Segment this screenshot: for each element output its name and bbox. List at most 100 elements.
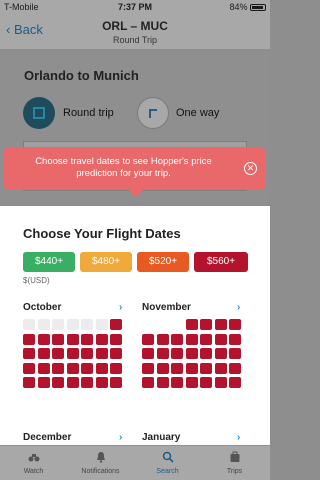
calendar-day-cell[interactable] <box>23 319 35 330</box>
route-title: ORL – MUC <box>102 19 168 33</box>
calendar-day-cell[interactable] <box>81 377 93 388</box>
calendar-day-cell[interactable] <box>110 319 122 330</box>
calendar-day-cell[interactable] <box>156 377 169 388</box>
battery-percent: 84% <box>229 2 248 12</box>
calendar-day-cell[interactable] <box>81 362 93 374</box>
calendar-day-cell[interactable] <box>200 348 212 359</box>
tab-bar: Watch Notifications Search Trips <box>0 445 270 480</box>
legend-chip-440: $440+ <box>23 252 75 272</box>
round-trip-icon[interactable] <box>23 97 55 129</box>
calendar-day-cell[interactable] <box>52 362 64 374</box>
calendar-day-cell[interactable] <box>214 333 227 345</box>
calendar-day-cell[interactable] <box>23 377 35 388</box>
calendar-day-cell[interactable] <box>142 362 154 374</box>
calendar-day-cell[interactable] <box>171 362 183 374</box>
calendar-day-cell[interactable] <box>185 362 198 374</box>
calendar-day-cell[interactable] <box>229 362 241 374</box>
sheet-heading: Choose Your Flight Dates <box>23 226 181 241</box>
calendar-day-cell[interactable] <box>200 377 212 388</box>
calendar-day-cell[interactable] <box>229 333 241 345</box>
chevron-right-icon[interactable]: › <box>237 432 240 443</box>
calendar-day-cell[interactable] <box>200 362 212 374</box>
tab-trips[interactable]: Trips <box>201 446 268 480</box>
calendar-day-cell[interactable] <box>110 377 122 388</box>
calendar-day-cell[interactable] <box>95 362 108 374</box>
calendar-day-cell[interactable] <box>171 333 183 345</box>
calendar-day-cell[interactable] <box>37 377 50 388</box>
calendar-day-cell[interactable] <box>37 348 50 359</box>
close-icon[interactable]: ✕ <box>244 162 257 175</box>
chevron-right-icon[interactable]: › <box>119 302 122 313</box>
calendar-day-cell[interactable] <box>52 319 64 330</box>
calendar-day-cell[interactable] <box>23 333 35 345</box>
calendar-day-cell[interactable] <box>110 333 122 345</box>
calendar-day-cell[interactable] <box>200 319 212 330</box>
calendar-day-cell[interactable] <box>200 333 212 345</box>
calendar-day-cell[interactable] <box>142 348 154 359</box>
calendar-day-cell[interactable] <box>110 348 122 359</box>
calendar-day-cell[interactable] <box>81 333 93 345</box>
calendar-day-cell[interactable] <box>66 348 79 359</box>
month-title-october: October <box>23 302 62 313</box>
tooltip-message: Choose travel dates to see Hopper's pric… <box>35 156 212 179</box>
calendar-day-cell[interactable] <box>37 333 50 345</box>
calendar-day-cell[interactable] <box>214 362 227 374</box>
legend-chip-480: $480+ <box>80 252 132 272</box>
calendar-day-cell[interactable] <box>156 362 169 374</box>
calendar-day-cell[interactable] <box>66 333 79 345</box>
calendar-day-cell[interactable] <box>171 377 183 388</box>
calendar-day-cell[interactable] <box>37 362 50 374</box>
battery-icon <box>250 4 266 11</box>
suitcase-icon <box>230 451 240 462</box>
calendar-day-cell[interactable] <box>156 348 169 359</box>
one-way-icon[interactable] <box>137 97 169 129</box>
calendar-day-cell[interactable] <box>37 319 50 330</box>
calendar-day-cell[interactable] <box>81 319 93 330</box>
calendar-day-cell[interactable] <box>95 333 108 345</box>
calendar-day-cell[interactable] <box>95 348 108 359</box>
calendar-day-cell[interactable] <box>23 362 35 374</box>
navigation-bar: ‹ Back ORL – MUC Round Trip <box>0 14 270 50</box>
chevron-right-icon[interactable]: › <box>119 432 122 443</box>
calendar-day-cell[interactable] <box>142 333 154 345</box>
calendar-day-cell[interactable] <box>185 319 198 330</box>
binoculars-icon <box>28 454 40 462</box>
battery-indicator: 84% <box>229 2 266 12</box>
calendar-day-cell[interactable] <box>229 348 241 359</box>
tab-notifications[interactable]: Notifications <box>67 446 134 480</box>
calendar-day-cell[interactable] <box>81 348 93 359</box>
calendar-day-cell[interactable] <box>171 348 183 359</box>
calendar-day-cell[interactable] <box>229 377 241 388</box>
route-heading: Orlando to Munich <box>24 68 139 83</box>
calendar-day-cell[interactable] <box>95 377 108 388</box>
calendar-day-cell[interactable] <box>52 333 64 345</box>
legend-chip-520: $520+ <box>137 252 189 272</box>
legend-chip-560: $560+ <box>194 252 248 272</box>
calendar-day-cell[interactable] <box>52 348 64 359</box>
calendar-day-cell[interactable] <box>110 362 122 374</box>
calendar-day-cell[interactable] <box>185 333 198 345</box>
calendar-day-cell[interactable] <box>66 319 79 330</box>
currency-label: $(USD) <box>23 276 50 285</box>
calendar-day-cell[interactable] <box>185 348 198 359</box>
calendar-day-cell[interactable] <box>229 319 241 330</box>
calendar-day-cell[interactable] <box>95 319 108 330</box>
calendar-day-cell[interactable] <box>52 377 64 388</box>
calendar-day-cell[interactable] <box>185 377 198 388</box>
calendar-day-cell[interactable] <box>66 362 79 374</box>
tab-watch[interactable]: Watch <box>0 446 67 480</box>
calendar-day-cell[interactable] <box>214 319 227 330</box>
trip-type-subtitle: Round Trip <box>112 35 158 45</box>
calendar-day-cell[interactable] <box>142 377 154 388</box>
tab-search[interactable]: Search <box>134 446 201 480</box>
calendar-day-cell[interactable] <box>214 348 227 359</box>
one-way-label[interactable]: One way <box>176 107 219 119</box>
month-title-november: November <box>142 302 191 313</box>
bell-icon <box>97 452 105 463</box>
calendar-day-cell[interactable] <box>156 333 169 345</box>
calendar-day-cell[interactable] <box>23 348 35 359</box>
calendar-day-cell[interactable] <box>66 377 79 388</box>
round-trip-label[interactable]: Round trip <box>63 107 114 119</box>
calendar-day-cell[interactable] <box>214 377 227 388</box>
chevron-right-icon[interactable]: › <box>237 302 240 313</box>
